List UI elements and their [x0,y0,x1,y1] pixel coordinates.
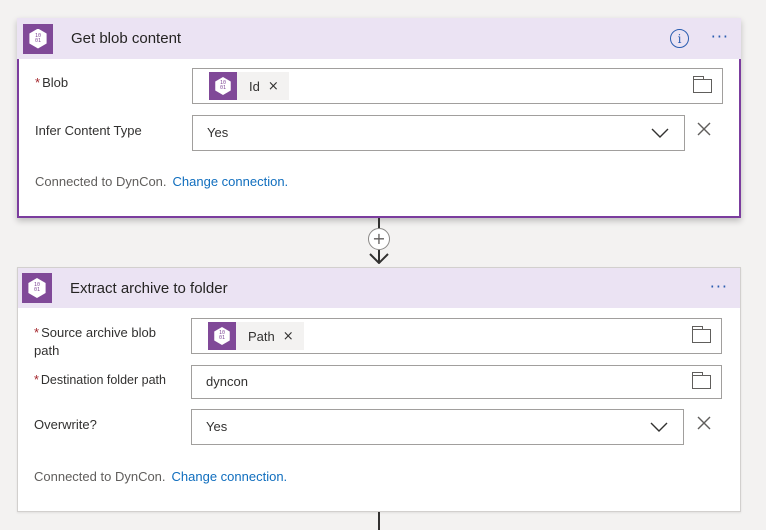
source-archive-label: * Source archive blob path [34,325,156,358]
required-marker: * [34,325,40,340]
destination-folder-label: * Destination folder path [34,373,166,387]
dropdown-value: Yes [207,125,229,140]
required-marker: * [35,75,41,90]
dropdown-value: Yes [206,419,228,434]
destination-folder-input[interactable]: dyncon [191,365,722,399]
infer-content-type-label: Infer Content Type [35,123,142,138]
id-token[interactable]: 10 01 Id × [209,72,289,100]
clear-icon[interactable] [696,121,712,137]
connector-line [378,512,380,530]
source-archive-input[interactable]: 10 01 Path × [191,318,722,354]
token-label: Path [248,328,275,344]
input-value: dyncon [206,374,248,389]
arrow-down-icon [369,250,389,264]
folder-icon[interactable] [691,326,711,343]
connector-line [378,218,380,228]
connection-info: Connected to DynCon. Change connection. [34,469,288,484]
info-icon[interactable]: i [670,29,689,48]
blob-storage-icon: 10 01 [209,72,237,100]
token-remove-icon[interactable]: × [268,79,279,94]
extract-archive-card[interactable]: 10 01 Extract archive to folder ··· * Sour… [17,267,741,512]
get-blob-content-header[interactable]: 10 01 Get blob content i ··· [17,18,741,59]
path-token[interactable]: 10 01 Path × [208,322,304,350]
blob-storage-icon: 10 01 [22,273,52,303]
card-title: Get blob content [71,30,182,47]
chevron-down-icon[interactable] [649,420,669,434]
connection-info: Connected to DynCon. Change connection. [35,174,289,189]
change-connection-link[interactable]: Change connection. [173,174,289,189]
extract-archive-header[interactable]: 10 01 Extract archive to folder ··· [18,268,740,308]
get-blob-content-card[interactable]: 10 01 Get blob content i ··· * Blob 10 01 I… [17,18,741,218]
more-options-icon[interactable]: ··· [711,27,729,46]
token-label: Id [249,78,260,94]
folder-icon[interactable] [691,372,711,389]
overwrite-label: Overwrite? [34,417,97,432]
token-remove-icon[interactable]: × [283,329,294,344]
more-options-icon[interactable]: ··· [710,277,728,296]
add-step-icon[interactable]: + [368,228,390,250]
blob-input[interactable]: 10 01 Id × [192,68,723,104]
card-title: Extract archive to folder [70,279,228,297]
blob-storage-icon: 10 01 [23,23,53,54]
change-connection-link[interactable]: Change connection. [172,469,288,484]
folder-icon[interactable] [692,76,712,93]
blob-label: * Blob [35,75,69,90]
blob-storage-icon: 10 01 [208,322,236,350]
overwrite-dropdown[interactable]: Yes [191,409,684,445]
clear-icon[interactable] [696,415,712,431]
infer-content-type-dropdown[interactable]: Yes [192,115,685,151]
chevron-down-icon[interactable] [650,126,670,140]
required-marker: * [34,373,39,387]
